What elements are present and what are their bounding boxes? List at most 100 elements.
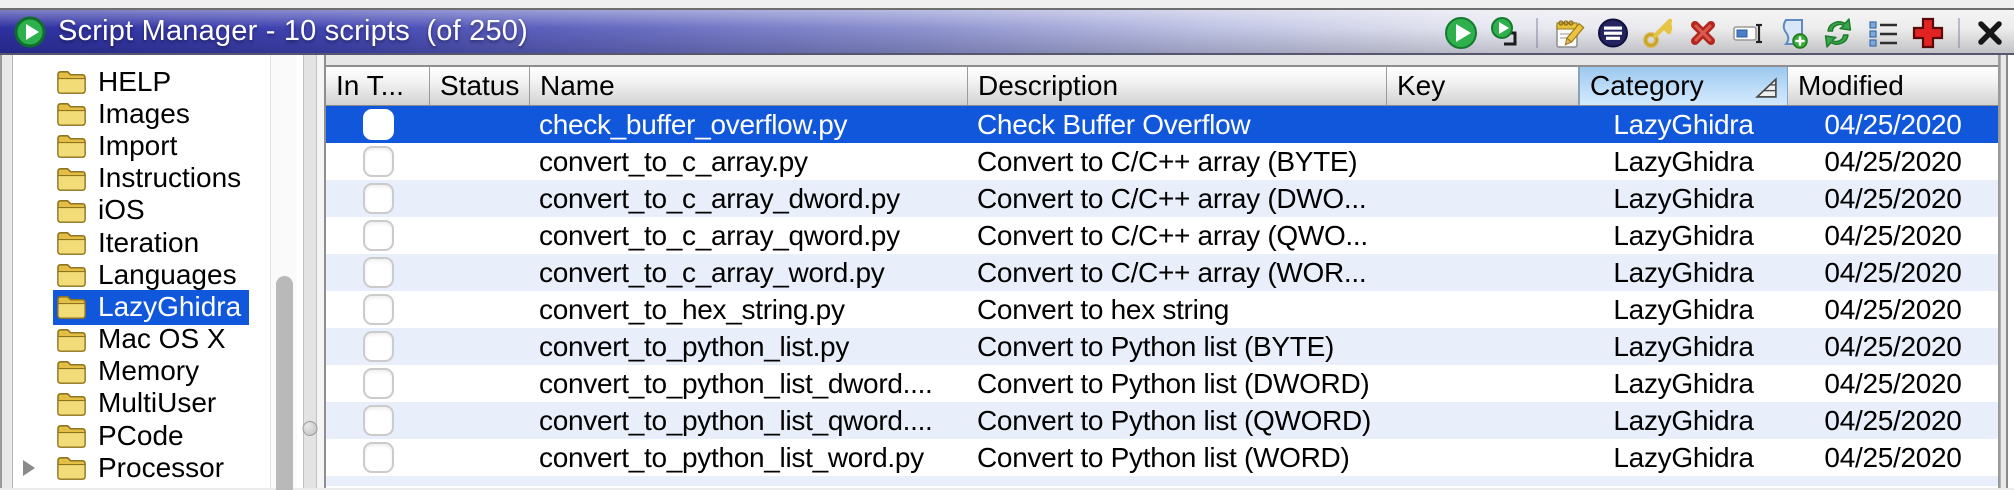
- sidebar-item-memory[interactable]: Memory: [13, 355, 270, 388]
- sidebar-item-partial: [13, 484, 270, 488]
- table-row[interactable]: convert_to_python_list_dword.... Convert…: [326, 365, 1998, 402]
- in-tool-checkbox[interactable]: [362, 220, 394, 251]
- name-cell: convert_to_c_array_qword.py: [539, 219, 900, 251]
- tree-item-label: Iteration: [98, 226, 200, 258]
- folder-icon: [57, 328, 86, 352]
- panel-gap: [317, 55, 324, 488]
- edit-script-button[interactable]: [1550, 15, 1586, 51]
- modified-cell: 04/25/2020: [1824, 367, 1962, 399]
- in-tool-checkbox[interactable]: [362, 405, 394, 436]
- sidebar-item-multiuser[interactable]: MultiUser: [13, 387, 270, 420]
- table-body: check_buffer_overflow.py Check Buffer Ov…: [326, 106, 1998, 488]
- sidebar-item-help[interactable]: HELP: [13, 66, 270, 98]
- titlebar-toolbar: [1443, 10, 2008, 55]
- modified-cell: 04/25/2020: [1824, 108, 1962, 140]
- name-cell: convert_to_hex_string.py: [539, 293, 845, 325]
- window-top-strip: [0, 0, 2014, 8]
- name-cell: convert_to_c_array_dword.py: [539, 182, 900, 214]
- folder-icon: [57, 167, 86, 191]
- folder-icon: [57, 425, 86, 449]
- table-row[interactable]: convert_to_c_array.py Convert to C/C++ a…: [326, 143, 1998, 180]
- category-cell: LazyGhidra: [1613, 219, 1754, 251]
- category-cell: LazyGhidra: [1613, 293, 1754, 325]
- delete-script-button[interactable]: [1685, 15, 1721, 51]
- name-cell: convert_to_python_list_word.py: [539, 441, 924, 473]
- folder-icon: [57, 360, 86, 384]
- divider-grip[interactable]: [302, 421, 318, 436]
- table-row-partial: [326, 476, 1998, 486]
- folder-icon: [57, 71, 86, 94]
- description-cell: Convert to C/C++ array (WOR...: [977, 256, 1367, 288]
- description-cell: Convert to C/C++ array (QWO...: [977, 219, 1368, 251]
- sidebar-item-images[interactable]: Images: [13, 98, 270, 130]
- in-tool-checkbox[interactable]: [362, 109, 394, 140]
- tree-item-label: Memory: [98, 355, 200, 387]
- in-tool-checkbox[interactable]: [362, 442, 394, 473]
- column-header-description[interactable]: Description: [968, 67, 1387, 105]
- table-row[interactable]: check_buffer_overflow.py Check Buffer Ov…: [326, 106, 1998, 143]
- help-button[interactable]: [1910, 15, 1946, 51]
- new-script-button[interactable]: [1775, 15, 1811, 51]
- in-tool-checkbox[interactable]: [362, 331, 394, 362]
- expand-triangle-icon[interactable]: [23, 460, 35, 477]
- assign-keybinding-button[interactable]: [1640, 15, 1676, 51]
- close-window-button[interactable]: [1972, 15, 2008, 51]
- run-last-script-button[interactable]: [1488, 15, 1524, 51]
- column-header-in-tool[interactable]: In T...: [326, 67, 430, 105]
- folder-icon: [57, 135, 86, 159]
- edit-in-eclipse-button[interactable]: [1595, 15, 1631, 51]
- table-top-border: [326, 55, 1998, 65]
- column-header-status[interactable]: Status: [430, 67, 530, 105]
- sidebar-item-pcode[interactable]: PCode: [13, 420, 270, 452]
- table-row[interactable]: convert_to_c_array_dword.py Convert to C…: [326, 180, 1998, 217]
- in-tool-checkbox[interactable]: [362, 183, 394, 214]
- table-row[interactable]: convert_to_hex_string.py Convert to hex …: [326, 291, 1998, 328]
- column-header-name[interactable]: Name: [530, 67, 968, 105]
- in-tool-checkbox[interactable]: [362, 294, 394, 325]
- name-cell: convert_to_c_array_word.py: [539, 256, 885, 288]
- table-row[interactable]: convert_to_python_list_word.py Convert t…: [326, 439, 1998, 476]
- script-table: In T... Status Name Description Key Cate…: [324, 55, 2000, 488]
- modified-cell: 04/25/2020: [1824, 219, 1962, 251]
- column-header-category[interactable]: Category: [1579, 67, 1788, 105]
- in-tool-checkbox[interactable]: [362, 257, 394, 288]
- sidebar-item-languages[interactable]: Languages: [13, 259, 270, 291]
- sort-ascending-icon: [1755, 77, 1777, 98]
- refresh-script-list-button[interactable]: [1820, 15, 1856, 51]
- table-row[interactable]: convert_to_c_array_word.py Convert to C/…: [326, 254, 1998, 291]
- run-script-button[interactable]: [1443, 15, 1479, 51]
- sidebar-item-mac-os-x[interactable]: Mac OS X: [13, 323, 270, 356]
- folder-icon: [57, 296, 86, 320]
- sidebar-item-iteration[interactable]: Iteration: [13, 227, 270, 259]
- category-cell: LazyGhidra: [1613, 330, 1754, 362]
- sidebar-item-lazyghidra[interactable]: LazyGhidra: [13, 289, 270, 325]
- category-cell: LazyGhidra: [1613, 256, 1754, 288]
- description-cell: Convert to C/C++ array (BYTE): [977, 145, 1358, 177]
- rename-script-button[interactable]: [1730, 15, 1766, 51]
- tree-scrollbar-thumb[interactable]: [276, 276, 293, 490]
- toolbar-separator: [1536, 17, 1538, 48]
- script-directories-button[interactable]: [1865, 15, 1901, 51]
- folder-icon: [57, 264, 86, 288]
- table-row[interactable]: convert_to_python_list_qword.... Convert…: [326, 402, 1998, 439]
- tree-item-label: Instructions: [98, 162, 242, 194]
- column-header-modified[interactable]: Modified: [1788, 67, 1998, 105]
- window-left-frame: [0, 55, 13, 488]
- sidebar-item-processor[interactable]: Processor: [13, 452, 270, 484]
- sidebar-item-import[interactable]: Import: [13, 130, 270, 162]
- sidebar-item-instructions[interactable]: Instructions: [13, 162, 270, 195]
- table-row[interactable]: convert_to_c_array_qword.py Convert to C…: [326, 217, 1998, 254]
- in-tool-checkbox[interactable]: [362, 368, 394, 399]
- modified-cell: 04/25/2020: [1824, 256, 1962, 288]
- modified-cell: 04/25/2020: [1824, 441, 1962, 473]
- modified-cell: 04/25/2020: [1824, 182, 1962, 214]
- window-title: Script Manager - 10 scripts (of 250): [58, 15, 528, 47]
- column-header-key[interactable]: Key: [1387, 67, 1579, 105]
- rename-icon: [1733, 23, 1762, 43]
- table-row[interactable]: convert_to_python_list.py Convert to Pyt…: [326, 328, 1998, 365]
- split-divider[interactable]: [302, 55, 318, 488]
- in-tool-checkbox[interactable]: [362, 146, 394, 177]
- sidebar-item-ios[interactable]: iOS: [13, 194, 270, 227]
- category-cell: LazyGhidra: [1613, 145, 1754, 177]
- tree-scrollbar[interactable]: [270, 55, 297, 490]
